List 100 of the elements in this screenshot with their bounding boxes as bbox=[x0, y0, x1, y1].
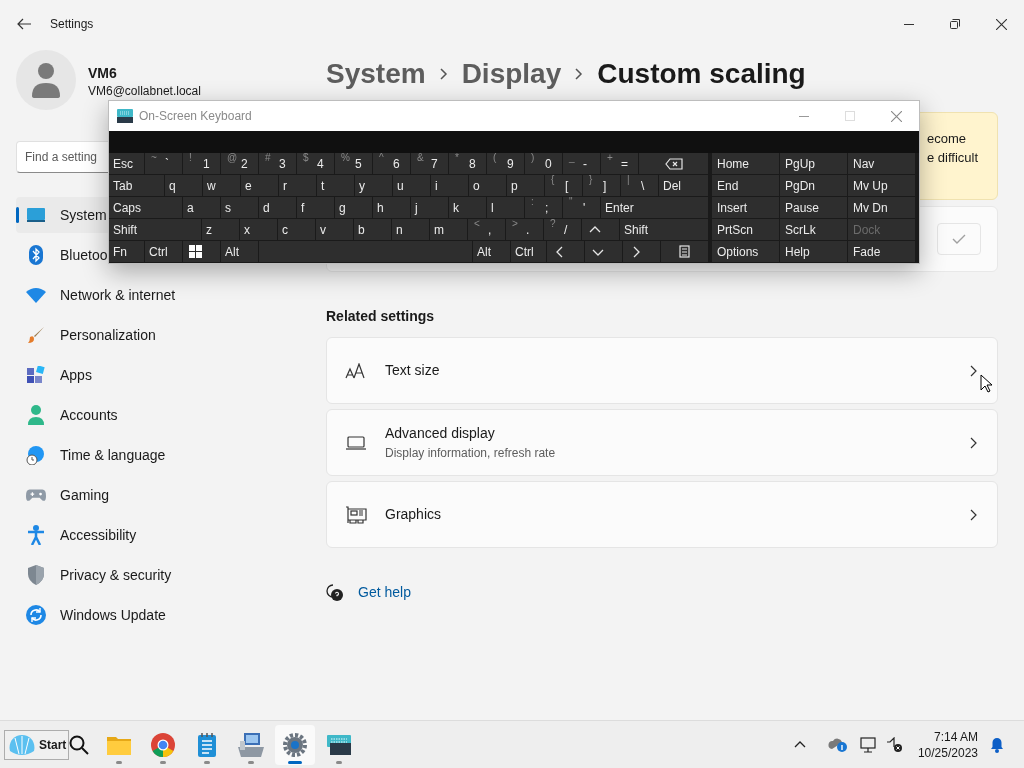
sidebar-item[interactable]: Gaming bbox=[16, 477, 308, 513]
keyboard-key[interactable]: w bbox=[203, 175, 240, 196]
keyboard-key[interactable]: j bbox=[411, 197, 448, 218]
keyboard-key[interactable]: e bbox=[241, 175, 278, 196]
keyboard-key[interactable]: a bbox=[183, 197, 220, 218]
get-help-link[interactable]: Get help bbox=[358, 582, 411, 603]
keyboard-key[interactable]: < , bbox=[468, 219, 505, 240]
keyboard-key[interactable]: # 3 bbox=[259, 153, 296, 174]
keyboard-key[interactable]: Nav bbox=[848, 153, 915, 174]
keyboard-key[interactable]: > . bbox=[506, 219, 543, 240]
keyboard-key[interactable]: Shift bbox=[109, 219, 201, 240]
start-button[interactable]: Start bbox=[4, 729, 70, 760]
keyboard-key[interactable]: v bbox=[316, 219, 353, 240]
taskbar-app[interactable] bbox=[275, 724, 316, 765]
keyboard-key[interactable]: i bbox=[431, 175, 468, 196]
keyboard-key[interactable]: z bbox=[202, 219, 239, 240]
keyboard-key[interactable]: ScrLk bbox=[780, 219, 847, 240]
sidebar-item[interactable]: Windows Update bbox=[16, 597, 308, 633]
keyboard-key[interactable]: Pause bbox=[780, 197, 847, 218]
paintbrush-icon bbox=[27, 326, 45, 344]
keyboard-key[interactable]: ^ 6 bbox=[373, 153, 410, 174]
keyboard-key[interactable]: l bbox=[487, 197, 524, 218]
keyboard-key[interactable]: x bbox=[240, 219, 277, 240]
keyboard-key[interactable]: _ - bbox=[563, 153, 600, 174]
keyboard-key[interactable]: { [ bbox=[545, 175, 582, 196]
keyboard-key[interactable]: ~ ` bbox=[145, 153, 182, 174]
keyboard-key[interactable]: n bbox=[392, 219, 429, 240]
keyboard-key[interactable]: Alt bbox=[473, 241, 510, 262]
sidebar-item[interactable]: Accessibility bbox=[16, 517, 308, 553]
keyboard-key[interactable]: PgDn bbox=[780, 175, 847, 196]
keyboard-key[interactable]: + = bbox=[601, 153, 638, 174]
keyboard-key[interactable]: Ctrl bbox=[145, 241, 182, 262]
keyboard-key[interactable] bbox=[183, 241, 220, 262]
person-silhouette-icon bbox=[31, 62, 61, 98]
keyboard-key[interactable]: : ; bbox=[525, 197, 562, 218]
keyboard-key[interactable]: Enter bbox=[601, 197, 708, 218]
sidebar-item[interactable]: Accounts bbox=[16, 397, 308, 433]
keyboard-key[interactable]: PgUp bbox=[780, 153, 847, 174]
keyboard-key[interactable]: o bbox=[469, 175, 506, 196]
keyboard-key[interactable]: d bbox=[259, 197, 296, 218]
keyboard-key[interactable]: ! 1 bbox=[183, 153, 220, 174]
keyboard-key[interactable]: u bbox=[393, 175, 430, 196]
settings-card[interactable]: Text size bbox=[326, 337, 998, 404]
network-icon[interactable] bbox=[859, 736, 878, 753]
keyboard-key[interactable]: Del bbox=[659, 175, 708, 196]
keyboard-key[interactable]: Ctrl bbox=[511, 241, 546, 262]
keyboard-key[interactable]: Alt bbox=[221, 241, 258, 262]
keyboard-key[interactable]: PrtScn bbox=[712, 219, 779, 240]
cloud-info-icon[interactable] bbox=[827, 736, 848, 753]
keyboard-key[interactable]: y bbox=[355, 175, 392, 196]
keyboard-key[interactable]: c bbox=[278, 219, 315, 240]
keyboard-key[interactable]: p bbox=[507, 175, 544, 196]
settings-card[interactable]: Graphics bbox=[326, 481, 998, 548]
breadcrumb-item[interactable]: System bbox=[326, 53, 426, 95]
speaker-muted-icon[interactable] bbox=[885, 736, 904, 753]
keyboard-key[interactable]: t bbox=[317, 175, 354, 196]
keyboard-key[interactable]: ) 0 bbox=[525, 153, 562, 174]
keyboard-key[interactable]: Options bbox=[712, 241, 779, 262]
keyboard-key[interactable]: m bbox=[430, 219, 467, 240]
search-icon[interactable] bbox=[69, 734, 90, 755]
keyboard-key[interactable]: * 8 bbox=[449, 153, 486, 174]
keyboard-key[interactable]: s bbox=[221, 197, 258, 218]
keyboard-key[interactable]: $ 4 bbox=[297, 153, 334, 174]
keyboard-key[interactable]: Tab bbox=[109, 175, 164, 196]
keyboard-key[interactable]: Mv Dn bbox=[848, 197, 915, 218]
keyboard-key[interactable]: % 5 bbox=[335, 153, 372, 174]
sidebar-item[interactable]: Personalization bbox=[16, 317, 308, 353]
keyboard-key[interactable]: ? / bbox=[544, 219, 581, 240]
breadcrumb-item[interactable]: Display bbox=[461, 53, 562, 95]
keyboard-key[interactable]: Fade bbox=[848, 241, 915, 262]
keyboard-key[interactable]: f bbox=[297, 197, 334, 218]
keyboard-key[interactable]: Mv Up bbox=[848, 175, 915, 196]
sidebar-item[interactable]: Apps bbox=[16, 357, 308, 393]
keyboard-key[interactable]: | \ bbox=[621, 175, 658, 196]
sidebar-item[interactable]: Privacy & security bbox=[16, 557, 308, 593]
keyboard-key[interactable]: Home bbox=[712, 153, 779, 174]
keyboard-key[interactable]: q bbox=[165, 175, 202, 196]
keyboard-key[interactable]: End bbox=[712, 175, 779, 196]
keyboard-key[interactable]: k bbox=[449, 197, 486, 218]
sidebar-item[interactable]: Time & language bbox=[16, 437, 308, 473]
keyboard-key[interactable]: & 7 bbox=[411, 153, 448, 174]
keyboard-key[interactable]: Esc bbox=[109, 153, 144, 174]
keyboard-key[interactable]: @ 2 bbox=[221, 153, 258, 174]
keyboard-key[interactable]: ( 9 bbox=[487, 153, 524, 174]
keyboard-key[interactable]: g bbox=[335, 197, 372, 218]
keyboard-key[interactable]: Fn bbox=[109, 241, 144, 262]
keyboard-key[interactable]: " ' bbox=[563, 197, 600, 218]
keyboard-key[interactable]: h bbox=[373, 197, 410, 218]
keyboard-key[interactable]: r bbox=[279, 175, 316, 196]
notification-bell-icon[interactable] bbox=[990, 736, 1004, 753]
keyboard-key[interactable]: Caps bbox=[109, 197, 182, 218]
keyboard-key[interactable]: Insert bbox=[712, 197, 779, 218]
settings-card[interactable]: Advanced display Display information, refresh rate bbox=[326, 409, 998, 476]
keyboard-key[interactable]: } ] bbox=[583, 175, 620, 196]
keyboard-key[interactable]: b bbox=[354, 219, 391, 240]
keyboard-key[interactable]: Help bbox=[780, 241, 847, 262]
back-arrow-icon[interactable] bbox=[17, 18, 31, 30]
sidebar-item[interactable]: Network & internet bbox=[16, 277, 308, 313]
chevron-up-icon[interactable] bbox=[793, 741, 806, 748]
keyboard-key[interactable]: Shift bbox=[620, 219, 708, 240]
